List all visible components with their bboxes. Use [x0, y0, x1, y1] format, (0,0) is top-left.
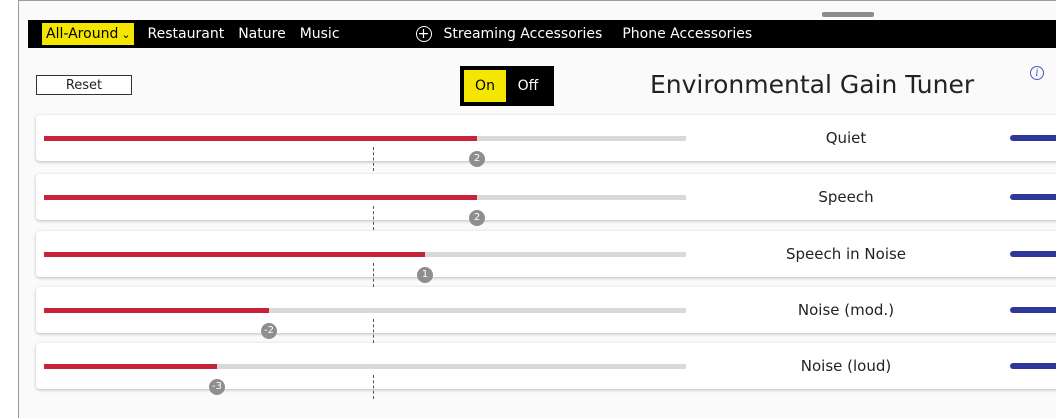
- slider-row-noise-loud: -3 Noise (loud): [36, 343, 1056, 399]
- slider-fill: [44, 308, 269, 313]
- slider-label: Speech in Noise: [785, 245, 907, 263]
- slider-track[interactable]: 2: [44, 195, 686, 230]
- phone-accessories-tab[interactable]: Phone Accessories: [622, 26, 752, 42]
- preset-all-around[interactable]: All-Around ⌄: [42, 23, 134, 45]
- center-tick: [373, 319, 374, 343]
- streaming-accessories-tab[interactable]: Streaming Accessories: [444, 26, 603, 42]
- slider-knob[interactable]: 2: [469, 210, 485, 226]
- preset-music[interactable]: Music: [300, 26, 340, 42]
- slider-knob[interactable]: -2: [261, 323, 277, 339]
- preset-nature[interactable]: Nature: [238, 26, 285, 42]
- slider-label: Noise (mod.): [797, 301, 895, 319]
- slider-fill: [44, 364, 217, 369]
- slider-label: Speech: [818, 188, 874, 206]
- slider-label: Quiet: [825, 129, 867, 147]
- right-level-bar: [1010, 307, 1056, 313]
- slider-track[interactable]: -2: [44, 308, 686, 343]
- slider-knob[interactable]: 2: [469, 151, 485, 167]
- on-off-toggle[interactable]: On Off: [460, 66, 554, 106]
- right-level-bar: [1010, 135, 1056, 141]
- slider-track[interactable]: -3: [44, 364, 686, 399]
- preset-all-around-label: All-Around: [46, 26, 119, 42]
- toggle-on-option[interactable]: On: [464, 70, 506, 102]
- slider-row-noise-mod: -2 Noise (mod.): [36, 287, 1056, 343]
- page-title: Environmental Gain Tuner: [650, 70, 975, 99]
- center-tick: [373, 263, 374, 287]
- slider-row-speech-in-noise: 1 Speech in Noise: [36, 231, 1056, 287]
- slider-label: Noise (loud): [800, 357, 892, 375]
- center-tick: [373, 147, 374, 171]
- slider-fill: [44, 136, 477, 141]
- right-level-bar: [1010, 363, 1056, 369]
- add-circle-icon[interactable]: +: [415, 26, 432, 42]
- right-level-bar: [1010, 251, 1056, 257]
- slider-knob[interactable]: -3: [209, 379, 225, 395]
- info-icon[interactable]: i: [1030, 66, 1044, 80]
- slider-row-quiet: 2 Quiet: [36, 115, 1056, 171]
- slider-knob[interactable]: 1: [417, 267, 433, 283]
- chevron-down-icon: ⌄: [121, 27, 131, 41]
- slider-track[interactable]: 1: [44, 252, 686, 287]
- window-grip-handle[interactable]: [822, 12, 874, 17]
- slider-row-speech: 2 Speech: [36, 174, 1056, 230]
- right-level-bar: [1010, 194, 1056, 200]
- slider-fill: [44, 195, 477, 200]
- toggle-off-option[interactable]: Off: [506, 78, 550, 94]
- reset-button[interactable]: Reset: [36, 75, 132, 95]
- preset-restaurant[interactable]: Restaurant: [148, 26, 225, 42]
- slider-fill: [44, 252, 425, 257]
- center-tick: [373, 206, 374, 230]
- slider-track[interactable]: 2: [44, 136, 686, 171]
- preset-bar: All-Around ⌄ Restaurant Nature Music + S…: [28, 20, 1056, 48]
- center-tick: [373, 375, 374, 399]
